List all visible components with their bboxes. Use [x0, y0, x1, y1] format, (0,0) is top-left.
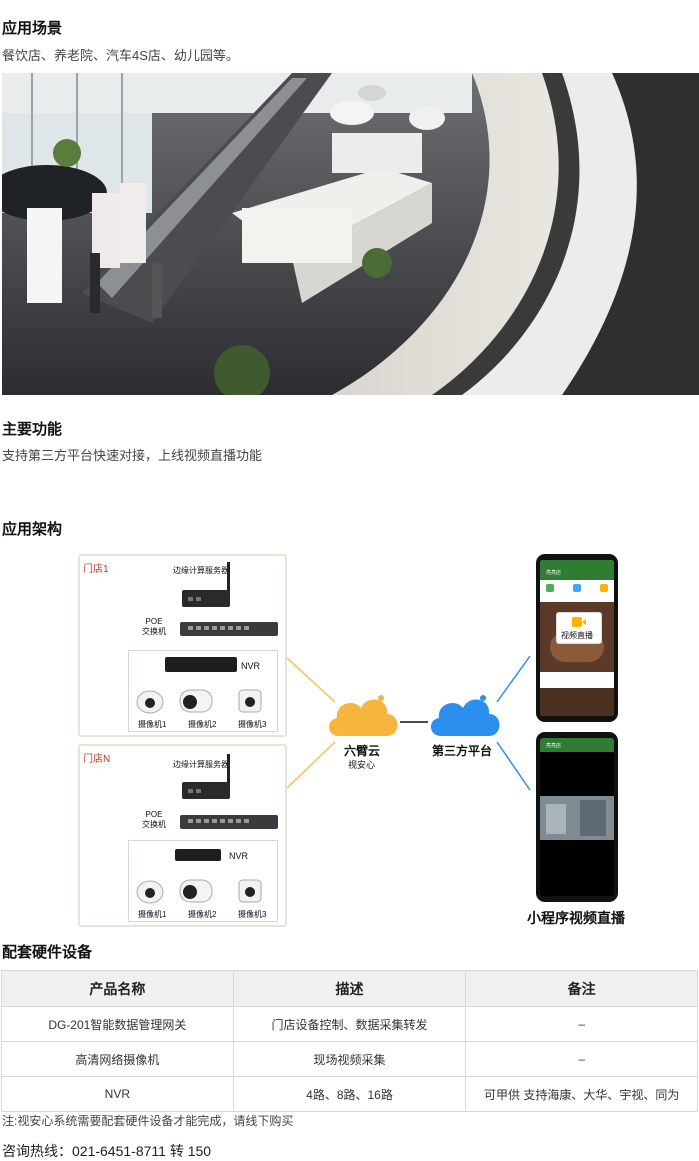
phone-1: 亮亮店 视频直播 — [536, 554, 618, 722]
live-video-label: 视频直播 — [561, 631, 593, 640]
nvr-icon — [175, 849, 221, 861]
col-remark: 备注 — [465, 970, 698, 1007]
table-cell: 可甲供 支持海康、大华、宇视、同为 — [465, 1076, 698, 1112]
col-product-name: 产品名称 — [1, 970, 234, 1007]
nvr-label: NVR — [229, 851, 249, 861]
table-cell: 高清网络摄像机 — [1, 1041, 234, 1077]
third-party-cloud-name: 第三方平台 — [432, 744, 493, 758]
store-1-box: 门店1 边缘计算服务器 POE 交换机 NVR 摄像机1 摄像机2 摄像机3 — [78, 554, 287, 737]
nvr-icon — [165, 657, 237, 672]
store-1-label: 门店1 — [83, 564, 109, 575]
live-camera-feed — [540, 796, 614, 840]
nvr-label: NVR — [241, 661, 261, 671]
third-party-cloud-icon — [430, 695, 500, 736]
table-cell: 4路、8路、16路 — [232, 1076, 467, 1112]
liubi-cloud-name: 六臂云 — [344, 744, 381, 758]
table-row: 高清网络摄像机 现场视频采集 – — [1, 1041, 698, 1077]
table-row: NVR 4路、8路、16路 可甲供 支持海康、大华、宇视、同为 — [1, 1076, 698, 1112]
liubi-cloud-sub: 视安心 — [348, 760, 376, 770]
live-video-popup[interactable]: 视频直播 — [556, 612, 602, 644]
camera-1-label: 摄像机1 — [138, 720, 167, 729]
phone-2-header: 亮亮店 — [540, 738, 614, 752]
camera-icons — [136, 879, 262, 904]
table-cell: – — [465, 1041, 698, 1077]
store-n-box: 门店N 边缘计算服务器 POE 交换机 NVR 摄像机1 摄像机2 摄像机3 — [78, 744, 287, 927]
liubi-cloud-icon — [328, 695, 398, 736]
table-row: DG-201智能数据管理网关 门店设备控制、数据采集转发 – — [1, 1006, 698, 1042]
video-icon — [572, 617, 586, 627]
table-cell: 现场视频采集 — [232, 1041, 467, 1077]
app-icon — [600, 584, 608, 592]
mini-program-label: 小程序视频直播 — [527, 910, 625, 926]
camera-2-label: 摄像机2 — [188, 720, 217, 729]
poe-switch-label: POE 交换机 — [142, 810, 166, 829]
col-description: 描述 — [232, 970, 467, 1007]
purchase-note: 注:视安心系统需要配套硬件设备才能完成，请线下购买 — [2, 1114, 294, 1128]
food-photo — [540, 688, 614, 716]
poe-switch-icon — [180, 815, 278, 829]
phone-2: 亮亮店 — [536, 732, 618, 902]
hotline: 咨询热线：021-6451-8711 转 150 — [2, 1143, 212, 1159]
phone-1-header: 亮亮店 — [540, 560, 614, 580]
camera-icons — [136, 689, 262, 714]
phone-2-screen: 亮亮店 — [540, 738, 614, 896]
edge-server-icon — [182, 754, 230, 799]
table-cell: 门店设备控制、数据采集转发 — [232, 1006, 467, 1042]
poe-switch-label: POE 交换机 — [142, 617, 166, 636]
app-icon — [573, 584, 581, 592]
hardware-table: 产品名称 描述 备注 DG-201智能数据管理网关 门店设备控制、数据采集转发 … — [1, 970, 698, 1112]
table-header-row: 产品名称 描述 备注 — [1, 970, 698, 1007]
app-icon — [546, 584, 554, 592]
table-cell: DG-201智能数据管理网关 — [1, 1006, 234, 1042]
poe-switch-icon — [180, 622, 278, 636]
camera-3-label: 摄像机3 — [238, 720, 267, 729]
camera-2-label: 摄像机2 — [188, 910, 217, 919]
store-n-label: 门店N — [83, 754, 111, 765]
table-cell: NVR — [1, 1076, 234, 1112]
camera-3-label: 摄像机3 — [238, 910, 267, 919]
table-cell: – — [465, 1006, 698, 1042]
camera-1-label: 摄像机1 — [138, 910, 167, 919]
phone-1-screen: 亮亮店 视频直播 — [540, 560, 614, 716]
edge-server-icon — [182, 562, 230, 607]
hardware-title: 配套硬件设备 — [2, 944, 93, 961]
